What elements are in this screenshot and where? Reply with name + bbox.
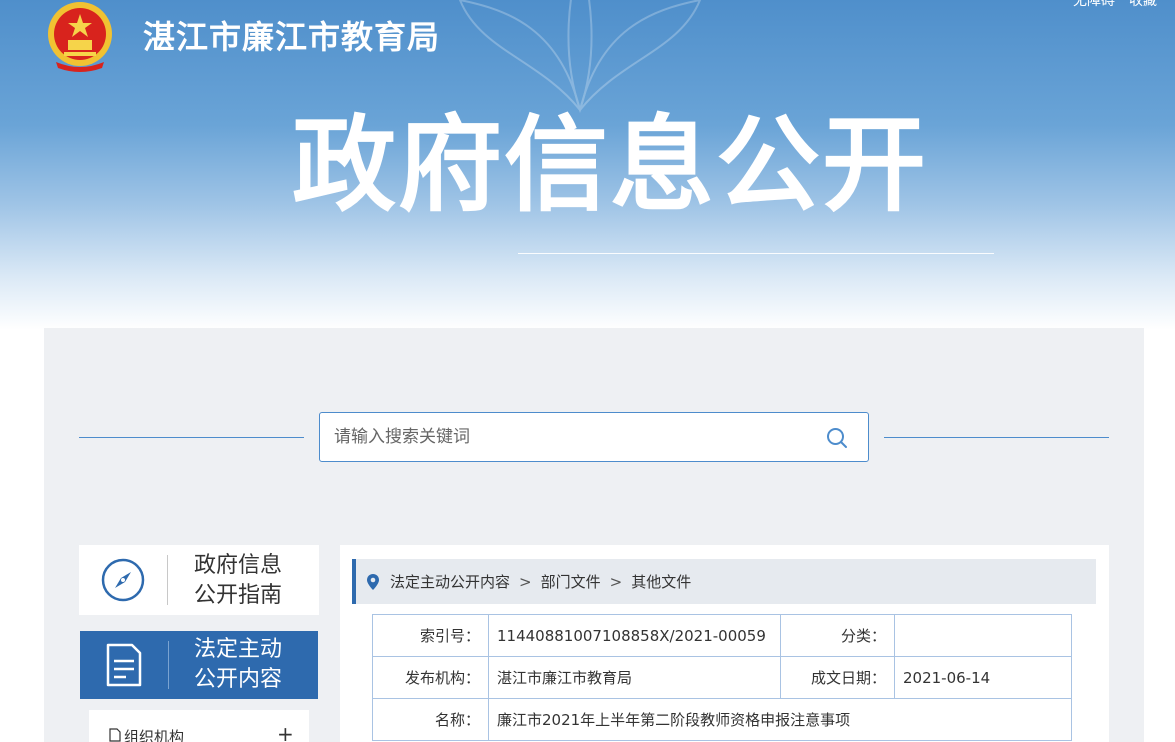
favorite-link[interactable]: 收藏 [1129, 0, 1157, 10]
guide-label-line1: 政府信息 [194, 553, 283, 578]
article-content: 法定主动公开内容 > 部门文件 > 其他文件 索引号： 114408810071… [340, 545, 1109, 742]
sidebar-subitem-label: 组织机构 [124, 728, 185, 742]
table-row: 发布机构： 湛江市廉江市教育局 成文日期： 2021-06-14 [372, 656, 1072, 699]
sidebar-item-mandatory-disclosure[interactable]: 法定主动 公开内容 [80, 631, 318, 699]
national-emblem-icon [48, 2, 112, 72]
index-label: 索引号： [372, 614, 489, 657]
card-separator [167, 555, 168, 605]
breadcrumb-separator: > [519, 572, 532, 591]
search-left-line [79, 437, 304, 438]
expand-icon[interactable]: + [277, 722, 294, 742]
top-links: 无障碍 收藏 [1073, 0, 1157, 10]
name-value: 廉江市2021年上半年第二阶段教师资格申报注意事项 [488, 698, 1072, 741]
site-title: 湛江市廉江市教育局 [143, 18, 441, 56]
banner-title: 政府信息公开 [292, 104, 929, 226]
banner-divider [518, 253, 994, 254]
search-right-line [884, 437, 1109, 438]
accessibility-link[interactable]: 无障碍 [1073, 0, 1115, 10]
sidebar-item-guide[interactable]: 政府信息 公开指南 [79, 545, 319, 615]
active-label-line2: 公开内容 [194, 667, 283, 692]
active-label-line1: 法定主动 [194, 637, 283, 662]
location-pin-icon [367, 573, 379, 590]
document-icon [106, 643, 142, 687]
category-value [894, 614, 1072, 657]
table-row: 名称： 廉江市2021年上半年第二阶段教师资格申报注意事项 [372, 698, 1072, 741]
breadcrumb-item-dept-files[interactable]: 部门文件 [541, 571, 601, 592]
card-separator [168, 641, 169, 689]
active-card-label: 法定主动 公开内容 [194, 635, 282, 695]
date-value: 2021-06-14 [894, 656, 1072, 699]
publisher-label: 发布机构： [372, 656, 489, 699]
breadcrumb-separator: > [609, 572, 623, 591]
document-info-table: 索引号： 11440881007108858X/2021-00059 分类： 发… [372, 614, 1072, 741]
search-icon[interactable] [825, 426, 849, 450]
guide-label-line2: 公开指南 [194, 583, 283, 608]
breadcrumb-item-mandatory[interactable]: 法定主动公开内容 [390, 571, 510, 592]
search-input[interactable] [334, 423, 814, 451]
compass-icon [101, 558, 145, 602]
search-box [319, 412, 869, 462]
sidebar-subitem-organization[interactable]: 组织机构 + [89, 710, 309, 742]
category-label: 分类： [780, 614, 895, 657]
file-icon [109, 728, 121, 742]
date-label: 成文日期： [780, 656, 895, 699]
header-banner: 湛江市廉江市教育局 无障碍 收藏 政府信息公开 [0, 0, 1175, 330]
breadcrumb-item-other-files[interactable]: 其他文件 [631, 571, 691, 592]
table-row: 索引号： 11440881007108858X/2021-00059 分类： [372, 614, 1072, 657]
publisher-value: 湛江市廉江市教育局 [488, 656, 781, 699]
breadcrumb: 法定主动公开内容 > 部门文件 > 其他文件 [352, 559, 1096, 604]
name-label: 名称： [372, 698, 489, 741]
index-value: 11440881007108858X/2021-00059 [488, 614, 781, 657]
guide-card-label: 政府信息 公开指南 [194, 551, 282, 611]
